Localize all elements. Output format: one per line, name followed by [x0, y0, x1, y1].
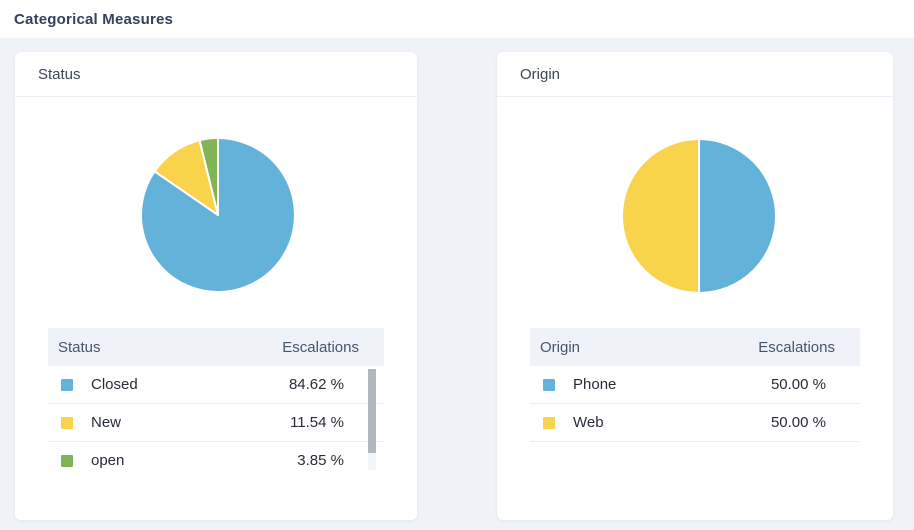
table-row[interactable]: Closed 84.62 %: [48, 366, 384, 404]
card-status-title: Status: [38, 66, 81, 83]
table-row[interactable]: New 11.54 %: [48, 404, 384, 442]
table-row[interactable]: Web 50.00 %: [530, 404, 860, 442]
legend-swatch-icon: [61, 379, 73, 391]
scrollbar-track: [368, 453, 376, 470]
category-label: open: [91, 452, 124, 469]
card-origin-header: Origin: [497, 52, 893, 97]
escalations-value: 11.54 %: [290, 414, 344, 431]
column-header-origin: Origin: [540, 339, 580, 356]
category-label: Web: [573, 414, 604, 431]
origin-table-body: Phone 50.00 % Web 50.00 %: [530, 366, 860, 442]
top-header-bar: Categorical Measures: [0, 0, 914, 38]
card-status-header: Status: [15, 52, 417, 97]
table-row[interactable]: open 3.85 %: [48, 442, 384, 470]
status-table-header: Status Escalations: [48, 328, 384, 366]
status-pie-chart: [135, 132, 301, 298]
escalations-value: 84.62 %: [289, 376, 344, 393]
scrollbar-thumb[interactable]: [368, 369, 376, 453]
escalations-value: 3.85 %: [297, 452, 344, 469]
origin-table-header: Origin Escalations: [530, 328, 860, 366]
table-row[interactable]: Phone 50.00 %: [530, 366, 860, 404]
pie-slice-web[interactable]: [622, 139, 699, 293]
pie-slice-phone[interactable]: [699, 139, 776, 293]
card-origin: Origin Origin Escalations Phone50.00 %We…: [497, 52, 893, 520]
column-header-escalations: Escalations: [282, 339, 359, 356]
escalations-value: 50.00 %: [771, 414, 826, 431]
column-header-escalations: Escalations: [758, 339, 835, 356]
legend-swatch-icon: [543, 417, 555, 429]
card-origin-title: Origin: [520, 66, 560, 83]
status-table-body: Closed 84.62 % New 11.54 % open 3.85 %: [48, 366, 384, 470]
legend-swatch-icon: [61, 417, 73, 429]
origin-table: Origin Escalations Phone 50.00 % Web 50.00 …: [530, 328, 860, 442]
category-label: New: [91, 414, 121, 431]
legend-swatch-icon: [61, 455, 73, 467]
category-label: Phone: [573, 376, 616, 393]
column-header-status: Status: [58, 339, 101, 356]
category-label: Closed: [91, 376, 138, 393]
origin-pie-chart: [616, 133, 782, 299]
legend-swatch-icon: [543, 379, 555, 391]
status-table: Status Escalations Closed 84.62 % New 11.54…: [48, 328, 384, 470]
page-title: Categorical Measures: [14, 11, 173, 28]
escalations-value: 50.00 %: [771, 376, 826, 393]
card-status: Status Status Escalations Closed 84.62 % N…: [15, 52, 417, 520]
